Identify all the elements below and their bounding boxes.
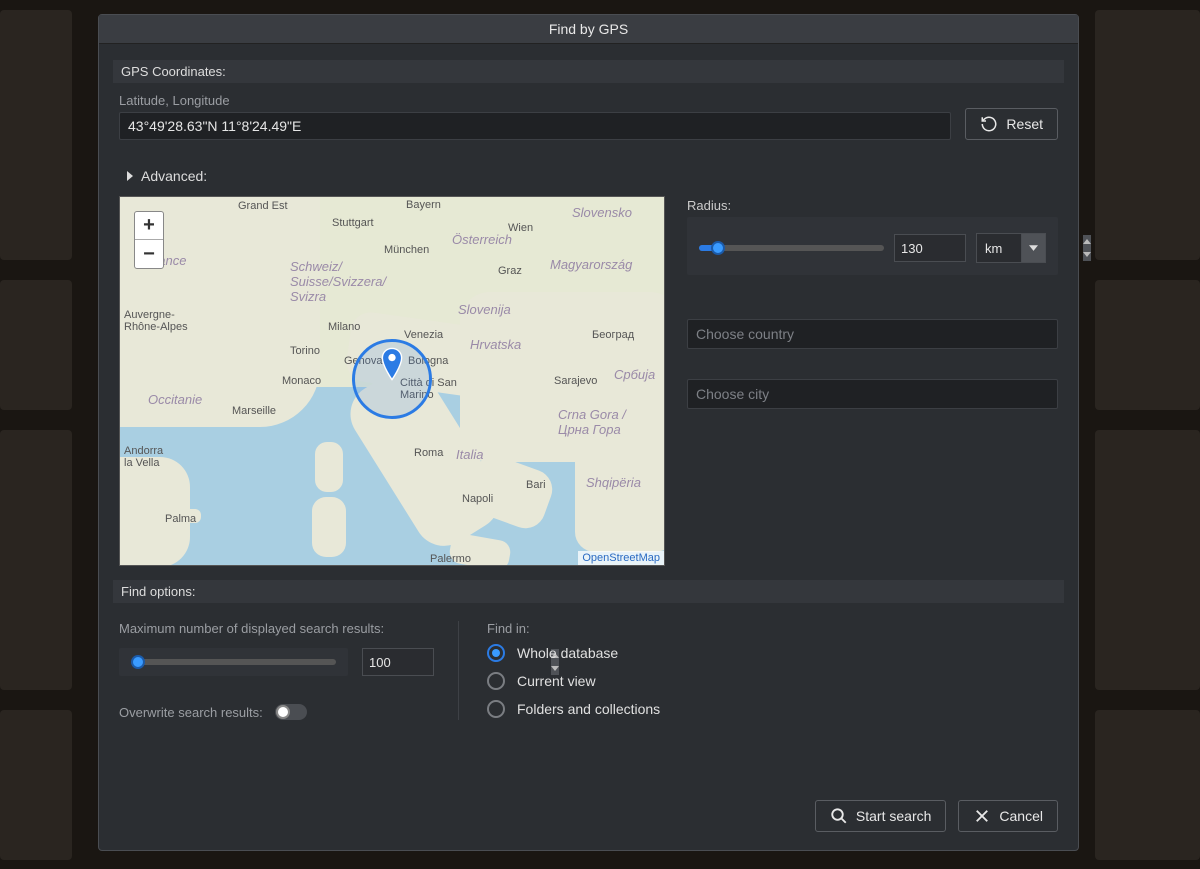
coords-input[interactable] xyxy=(119,112,951,140)
zoom-in-button[interactable]: + xyxy=(135,212,163,240)
map-label: Stuttgart xyxy=(332,217,374,229)
toggle-knob xyxy=(276,705,290,719)
radius-stepper[interactable] xyxy=(894,234,966,262)
reset-icon xyxy=(980,115,998,133)
coords-label: Latitude, Longitude xyxy=(119,93,951,108)
country-select[interactable]: Choose country xyxy=(687,319,1058,349)
cancel-label: Cancel xyxy=(999,808,1043,824)
map-label: Venezia xyxy=(404,329,443,341)
map-label: Magyarország xyxy=(550,257,632,272)
advanced-label: Advanced: xyxy=(141,168,207,184)
city-select[interactable]: Choose city xyxy=(687,379,1058,409)
find-in-folders-collections[interactable]: Folders and collections xyxy=(487,700,1058,718)
slider-thumb[interactable] xyxy=(711,241,725,255)
radius-unit-value: km xyxy=(977,234,1021,262)
map-label: München xyxy=(384,244,429,256)
start-search-button[interactable]: Start search xyxy=(815,800,946,832)
map-label: Monaco xyxy=(282,375,321,387)
map-label: Београд xyxy=(592,329,634,341)
map-attribution[interactable]: OpenStreetMap xyxy=(578,551,664,565)
radio-label: Current view xyxy=(517,673,596,689)
map-label: Marseille xyxy=(232,405,276,417)
stepper-up-icon[interactable] xyxy=(1083,235,1091,248)
map-label: Србија xyxy=(614,367,655,382)
map-label: Torino xyxy=(290,345,320,357)
map-label: Schweiz/ Suisse/Svizzera/ Svizra xyxy=(290,259,386,304)
close-icon xyxy=(973,807,991,825)
chevron-down-icon xyxy=(1021,234,1045,262)
overwrite-label: Overwrite search results: xyxy=(119,705,263,720)
map-label: Roma xyxy=(414,447,443,459)
map-label: Sarajevo xyxy=(554,375,597,387)
radio-icon xyxy=(487,700,505,718)
radius-label: Radius: xyxy=(687,198,1058,213)
overwrite-toggle[interactable] xyxy=(275,704,307,720)
map-label: Italia xyxy=(456,447,483,462)
start-search-label: Start search xyxy=(856,808,931,824)
map-label: Graz xyxy=(498,265,522,277)
find-in-current-view[interactable]: Current view xyxy=(487,672,1058,690)
max-results-slider[interactable] xyxy=(119,648,348,676)
map-label: Palma xyxy=(165,513,196,525)
zoom-out-button[interactable]: − xyxy=(135,240,163,268)
radio-label: Whole database xyxy=(517,645,618,661)
search-icon xyxy=(830,807,848,825)
reset-button-label: Reset xyxy=(1006,116,1043,132)
map-label: Österreich xyxy=(452,232,512,247)
radius-unit-select[interactable]: km xyxy=(976,233,1046,263)
max-results-stepper[interactable] xyxy=(362,648,434,676)
find-in-whole-database[interactable]: Whole database xyxy=(487,644,1058,662)
city-placeholder: Choose city xyxy=(696,386,769,402)
advanced-toggle[interactable]: Advanced: xyxy=(119,140,1058,196)
map-label: Bayern xyxy=(406,199,441,211)
map-label: Andorra la Vella xyxy=(124,445,163,469)
radio-icon xyxy=(487,672,505,690)
map-label: Grand Est xyxy=(238,200,288,212)
cancel-button[interactable]: Cancel xyxy=(958,800,1058,832)
radius-slider[interactable] xyxy=(699,245,884,251)
find-options-header: Find options: xyxy=(113,580,1064,603)
map-label: Auvergne- Rhône-Alpes xyxy=(124,309,188,333)
find-by-gps-dialog: Find by GPS GPS Coordinates: Latitude, L… xyxy=(98,14,1079,851)
map-label: Milano xyxy=(328,321,360,333)
stepper-down-icon[interactable] xyxy=(1083,248,1091,261)
map-view[interactable]: Grand Est Bayern Stuttgart Österreich Mü… xyxy=(119,196,665,566)
map-label: Slovenija xyxy=(458,302,511,317)
map-label: Crna Gora / Црна Гора xyxy=(558,407,626,437)
map-zoom-control: + − xyxy=(134,211,164,269)
map-label: Hrvatska xyxy=(470,337,521,352)
map-label: Bari xyxy=(526,479,546,491)
radio-icon xyxy=(487,644,505,662)
map-label: Napoli xyxy=(462,493,493,505)
slider-thumb[interactable] xyxy=(131,655,145,669)
map-label: Wien xyxy=(508,222,533,234)
map-label: Palermo xyxy=(430,553,471,565)
map-label: Shqipëria xyxy=(586,475,641,490)
country-placeholder: Choose country xyxy=(696,326,794,342)
find-in-label: Find in: xyxy=(487,621,1058,636)
map-pin-icon xyxy=(381,347,403,381)
dialog-title: Find by GPS xyxy=(99,15,1078,44)
chevron-right-icon xyxy=(127,171,133,181)
reset-button[interactable]: Reset xyxy=(965,108,1058,140)
map-label: Slovensko xyxy=(572,205,632,220)
map-label: Occitanie xyxy=(148,392,202,407)
gps-section-header: GPS Coordinates: xyxy=(113,60,1064,83)
max-results-label: Maximum number of displayed search resul… xyxy=(119,621,434,636)
radio-label: Folders and collections xyxy=(517,701,660,717)
